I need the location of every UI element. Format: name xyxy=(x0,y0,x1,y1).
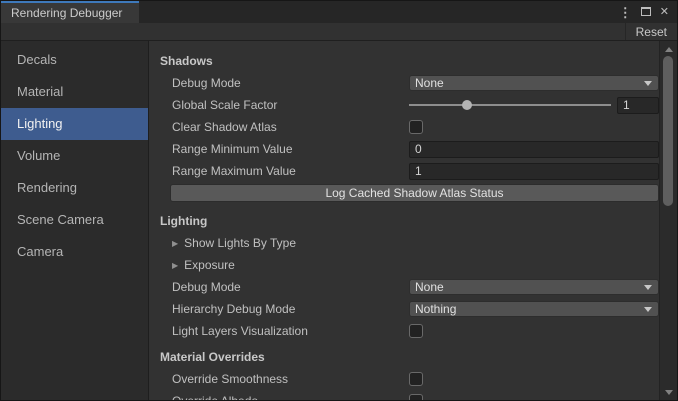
material-overrides-header-row: Material Overrides xyxy=(149,346,659,368)
hierarchy-debug-mode-value: Nothing xyxy=(415,302,456,316)
body: Decals Material Lighting Volume Renderin… xyxy=(1,41,677,400)
log-cached-shadow-atlas-button[interactable]: Log Cached Shadow Atlas Status xyxy=(170,184,659,202)
global-scale-factor-row: Global Scale Factor xyxy=(149,94,659,116)
shadows-section-header: Shadows xyxy=(160,54,213,68)
show-lights-by-type-foldout[interactable]: Show Lights By Type xyxy=(184,236,296,250)
foldout-arrow-icon[interactable]: ▶ xyxy=(172,239,178,248)
maximize-icon[interactable] xyxy=(641,3,651,21)
range-minimum-label: Range Minimum Value xyxy=(160,142,409,156)
sidebar-item-scene-camera[interactable]: Scene Camera xyxy=(1,204,148,236)
range-maximum-row: Range Maximum Value xyxy=(149,160,659,182)
override-albedo-row: Override Albedo xyxy=(149,390,659,400)
show-lights-by-type-row: ▶ Show Lights By Type xyxy=(149,232,659,254)
range-maximum-label: Range Maximum Value xyxy=(160,164,409,178)
lighting-debug-mode-value: None xyxy=(415,280,444,294)
global-scale-factor-slider[interactable] xyxy=(409,97,611,113)
material-overrides-header: Material Overrides xyxy=(160,350,265,364)
foldout-arrow-icon[interactable]: ▶ xyxy=(172,261,178,270)
light-layers-visualization-row: Light Layers Visualization xyxy=(149,320,659,342)
override-albedo-label: Override Albedo xyxy=(160,394,409,400)
light-layers-visualization-checkbox[interactable] xyxy=(409,324,423,338)
sidebar-item-camera[interactable]: Camera xyxy=(1,236,148,268)
scroll-down-button[interactable] xyxy=(660,385,677,399)
lighting-section-header-row: Lighting xyxy=(149,210,659,232)
hierarchy-debug-mode-row: Hierarchy Debug Mode Nothing xyxy=(149,298,659,320)
override-albedo-checkbox[interactable] xyxy=(409,394,423,400)
tab-title: Rendering Debugger xyxy=(11,6,122,20)
scroll-up-icon xyxy=(665,47,673,52)
sidebar-item-volume[interactable]: Volume xyxy=(1,140,148,172)
rendering-debugger-window: Rendering Debugger ⋮ ✕ Reset Decals Mate… xyxy=(0,0,678,401)
sidebar-item-lighting[interactable]: Lighting xyxy=(1,108,148,140)
chevron-down-icon xyxy=(644,307,652,312)
lighting-debug-mode-label: Debug Mode xyxy=(160,280,409,294)
toolbar: Reset xyxy=(1,23,677,41)
slider-handle[interactable] xyxy=(462,100,472,110)
chevron-down-icon xyxy=(644,81,652,86)
global-scale-factor-field[interactable] xyxy=(617,97,659,114)
shadows-debug-mode-label: Debug Mode xyxy=(160,76,409,90)
main-panel: Shadows Debug Mode None Global Scale Fac… xyxy=(149,41,659,400)
sidebar-item-decals[interactable]: Decals xyxy=(1,44,148,76)
sidebar-item-rendering[interactable]: Rendering xyxy=(1,172,148,204)
override-smoothness-label: Override Smoothness xyxy=(160,372,409,386)
kebab-menu-icon[interactable]: ⋮ xyxy=(619,6,632,19)
range-minimum-field[interactable] xyxy=(409,141,659,158)
close-icon[interactable]: ✕ xyxy=(660,7,669,18)
chevron-down-icon xyxy=(644,285,652,290)
shadows-debug-mode-row: Debug Mode None xyxy=(149,72,659,94)
hierarchy-debug-mode-dropdown[interactable]: Nothing xyxy=(409,301,659,317)
titlebar-icons: ⋮ ✕ xyxy=(619,1,677,23)
exposure-row: ▶ Exposure xyxy=(149,254,659,276)
lighting-debug-mode-dropdown[interactable]: None xyxy=(409,279,659,295)
sidebar: Decals Material Lighting Volume Renderin… xyxy=(1,41,149,400)
lighting-section-header: Lighting xyxy=(160,214,207,228)
tab-rendering-debugger[interactable]: Rendering Debugger xyxy=(1,1,139,23)
scroll-up-button[interactable] xyxy=(660,42,677,56)
lighting-debug-mode-row: Debug Mode None xyxy=(149,276,659,298)
override-smoothness-checkbox[interactable] xyxy=(409,372,423,386)
slider-track xyxy=(409,104,611,106)
clear-shadow-atlas-checkbox[interactable] xyxy=(409,120,423,134)
scrollbar[interactable] xyxy=(659,41,677,400)
titlebar: Rendering Debugger ⋮ ✕ xyxy=(1,1,677,23)
clear-shadow-atlas-row: Clear Shadow Atlas xyxy=(149,116,659,138)
log-cached-shadow-atlas-row: Log Cached Shadow Atlas Status xyxy=(149,182,659,204)
range-minimum-row: Range Minimum Value xyxy=(149,138,659,160)
global-scale-factor-label: Global Scale Factor xyxy=(160,98,409,112)
scroll-down-icon xyxy=(665,390,673,395)
hierarchy-debug-mode-label: Hierarchy Debug Mode xyxy=(160,302,409,316)
maximize-glyph xyxy=(641,7,651,16)
shadows-debug-mode-dropdown[interactable]: None xyxy=(409,75,659,91)
shadows-section-header-row: Shadows xyxy=(149,50,659,72)
sidebar-item-material[interactable]: Material xyxy=(1,76,148,108)
scrollbar-thumb[interactable] xyxy=(663,56,673,206)
shadows-debug-mode-value: None xyxy=(415,76,444,90)
reset-button[interactable]: Reset xyxy=(625,23,677,40)
range-maximum-field[interactable] xyxy=(409,163,659,180)
exposure-foldout[interactable]: Exposure xyxy=(184,258,235,272)
override-smoothness-row: Override Smoothness xyxy=(149,368,659,390)
light-layers-visualization-label: Light Layers Visualization xyxy=(160,324,409,338)
clear-shadow-atlas-label: Clear Shadow Atlas xyxy=(160,120,409,134)
